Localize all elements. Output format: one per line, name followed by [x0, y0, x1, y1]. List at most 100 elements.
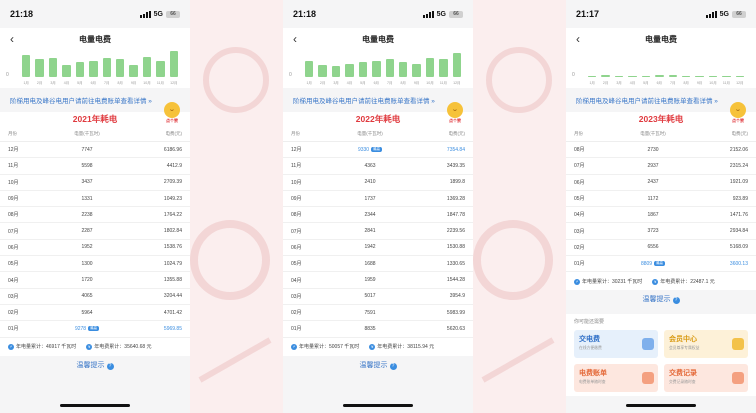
row-fee: 6186.96 [163, 146, 182, 153]
row-kwh-cell: 1737 [321, 196, 419, 202]
chart-bar [628, 75, 637, 77]
table-row: 02月 6556 5168.09 [566, 240, 756, 257]
you-may-need-label: 你可能还需要 [574, 319, 605, 326]
table-row: 06月 2437 1921.09 [566, 175, 756, 191]
year-totals: ⚡ 年电量累计：30231 千瓦时 ¥ 年电费累计：22487.1 元 [566, 272, 756, 291]
row-month: 05月 [8, 261, 19, 268]
back-chevron-icon[interactable]: ‹ [293, 32, 297, 46]
service-card[interactable]: 电费账单 电费账单随时查 [574, 364, 658, 393]
phone-screen-3: 21:17 5G 66 ‹ 电量电费 0 1月 2月 3月 4月 5月 6月 7月 8月 9月 1… [566, 0, 756, 413]
status-indicators: 5G 66 [422, 10, 463, 18]
total-fee: ¥ 年电费累计：22487.1 元 [652, 278, 715, 285]
monthly-usage-chart: 0 1月 2月 3月 4月 5月 6月 7月 8月 9月 10月 11月 12月 [283, 50, 473, 88]
warm-tips-link[interactable]: 温馨提示? [566, 290, 756, 310]
row-month: 03月 [8, 293, 19, 300]
chart-bar [305, 60, 314, 77]
row-month: 02月 [8, 310, 19, 317]
battery-icon: 66 [732, 10, 746, 18]
total-kwh-text: 年电量累计：46917 千瓦时 [16, 344, 77, 351]
row-fee: 5168.09 [729, 244, 748, 251]
row-fee: 1847.78 [446, 211, 465, 218]
row-month: 01月 [574, 261, 585, 268]
mascot-like-badge[interactable]: ᵕ 点个赞 [445, 102, 465, 124]
row-kwh: 7747 [81, 146, 93, 153]
chart-x-label: 4月 [346, 81, 353, 85]
row-kwh-cell: 7747 [38, 147, 136, 153]
service-card[interactable]: 交费记录 交费记录随时查 [664, 364, 748, 393]
chart-x-label: 7月 [104, 81, 110, 85]
table-row: 01月 8809 最高 3600.13 [566, 256, 756, 273]
warm-tips-link[interactable]: 温馨提示? [0, 356, 190, 376]
service-card[interactable]: 交电费 在线方便缴费 [574, 330, 658, 359]
table-row: 11月 4363 3439.35 [283, 158, 473, 175]
chart-bar [48, 58, 58, 77]
row-kwh-cell: 1959 [321, 277, 419, 283]
signal-icon [139, 10, 151, 18]
mascot-like-badge[interactable]: ᵕ 点个赞 [728, 102, 748, 124]
row-fee: 1921.09 [729, 179, 748, 186]
header-month: 月份 [8, 130, 17, 136]
chart-x-label: 5月 [643, 81, 649, 85]
row-kwh: 1952 [81, 244, 93, 251]
network-type: 5G [436, 10, 446, 18]
row-fee: 1899.8 [449, 179, 465, 186]
chart-bar [89, 60, 98, 77]
chart-x-labels: 1月 2月 3月 4月 5月 6月 7月 8月 9月 10月 11月 12月 [22, 81, 178, 86]
status-indicators: 5G 66 [705, 10, 746, 18]
row-kwh: 8835 [364, 325, 376, 332]
row-kwh-cell: 5017 [321, 293, 419, 299]
header-month: 月份 [291, 130, 300, 136]
chart-x-label: 5月 [77, 81, 83, 85]
row-fee: 1764.22 [163, 211, 182, 218]
row-kwh: 1331 [81, 195, 93, 202]
service-card[interactable]: 会员中心 会员尊享专属权益 [664, 330, 748, 359]
chart-x-label: 6月 [90, 81, 97, 85]
row-kwh-cell: 7591 [321, 310, 419, 316]
mascot-like-badge[interactable]: ᵕ 点个赞 [162, 102, 182, 124]
chart-bar [695, 76, 704, 77]
background-decoration [190, 0, 283, 413]
max-badge: 最高 [654, 260, 666, 266]
table-row: 04月 1720 1355.88 [0, 272, 190, 289]
row-kwh: 2287 [81, 228, 93, 235]
row-kwh-cell: 1172 [604, 196, 702, 202]
chart-x-label: 4月 [63, 81, 70, 85]
row-kwh-cell: 2937 [604, 163, 702, 169]
row-fee: 1049.23 [163, 195, 182, 202]
row-month: 02月 [291, 310, 302, 317]
row-kwh: 1737 [364, 195, 376, 202]
row-month: 09月 [8, 196, 19, 203]
row-month: 01月 [291, 326, 302, 333]
row-kwh-cell: 1331 [38, 196, 136, 202]
row-kwh: 1959 [364, 277, 376, 284]
nav-bar: ‹ 电量电费 [283, 28, 473, 50]
row-kwh: 4065 [81, 293, 93, 300]
row-kwh-cell: 2344 [321, 212, 419, 218]
table-row: 03月 3723 2934.84 [566, 223, 756, 240]
row-month: 07月 [291, 228, 302, 235]
row-fee: 2152.06 [729, 146, 748, 153]
home-indicator [343, 404, 413, 407]
chart-bar [439, 59, 448, 77]
table-row: 01月 9278 最高 5969.85 [0, 321, 190, 338]
total-kwh-text: 年电量累计：30231 千瓦时 [582, 278, 643, 285]
chart-x-label: 1月 [23, 81, 29, 85]
chart-x-label: 8月 [683, 81, 689, 85]
chart-bar [681, 75, 691, 77]
row-kwh: 8809 [640, 260, 653, 267]
back-chevron-icon[interactable]: ‹ [576, 32, 580, 46]
page-title: 电量电费 [79, 34, 111, 44]
row-fee: 3439.35 [446, 162, 465, 169]
table-row: 03月 5017 3954.9 [283, 289, 473, 305]
status-time: 21:17 [576, 9, 600, 19]
mascot-tag: 点个赞 [732, 118, 744, 123]
row-fee: 5969.85 [163, 325, 182, 332]
table-header: 月份 电量(千瓦时) 电费(元) [283, 126, 473, 142]
warm-tips-link[interactable]: 温馨提示? [283, 356, 473, 376]
chart-x-label: 7月 [387, 81, 393, 85]
row-kwh-cell: 1942 [321, 244, 419, 250]
row-fee: 3600.13 [729, 260, 748, 267]
row-fee: 1802.84 [163, 228, 182, 235]
row-fee: 2709.39 [163, 179, 182, 186]
back-chevron-icon[interactable]: ‹ [10, 32, 14, 46]
